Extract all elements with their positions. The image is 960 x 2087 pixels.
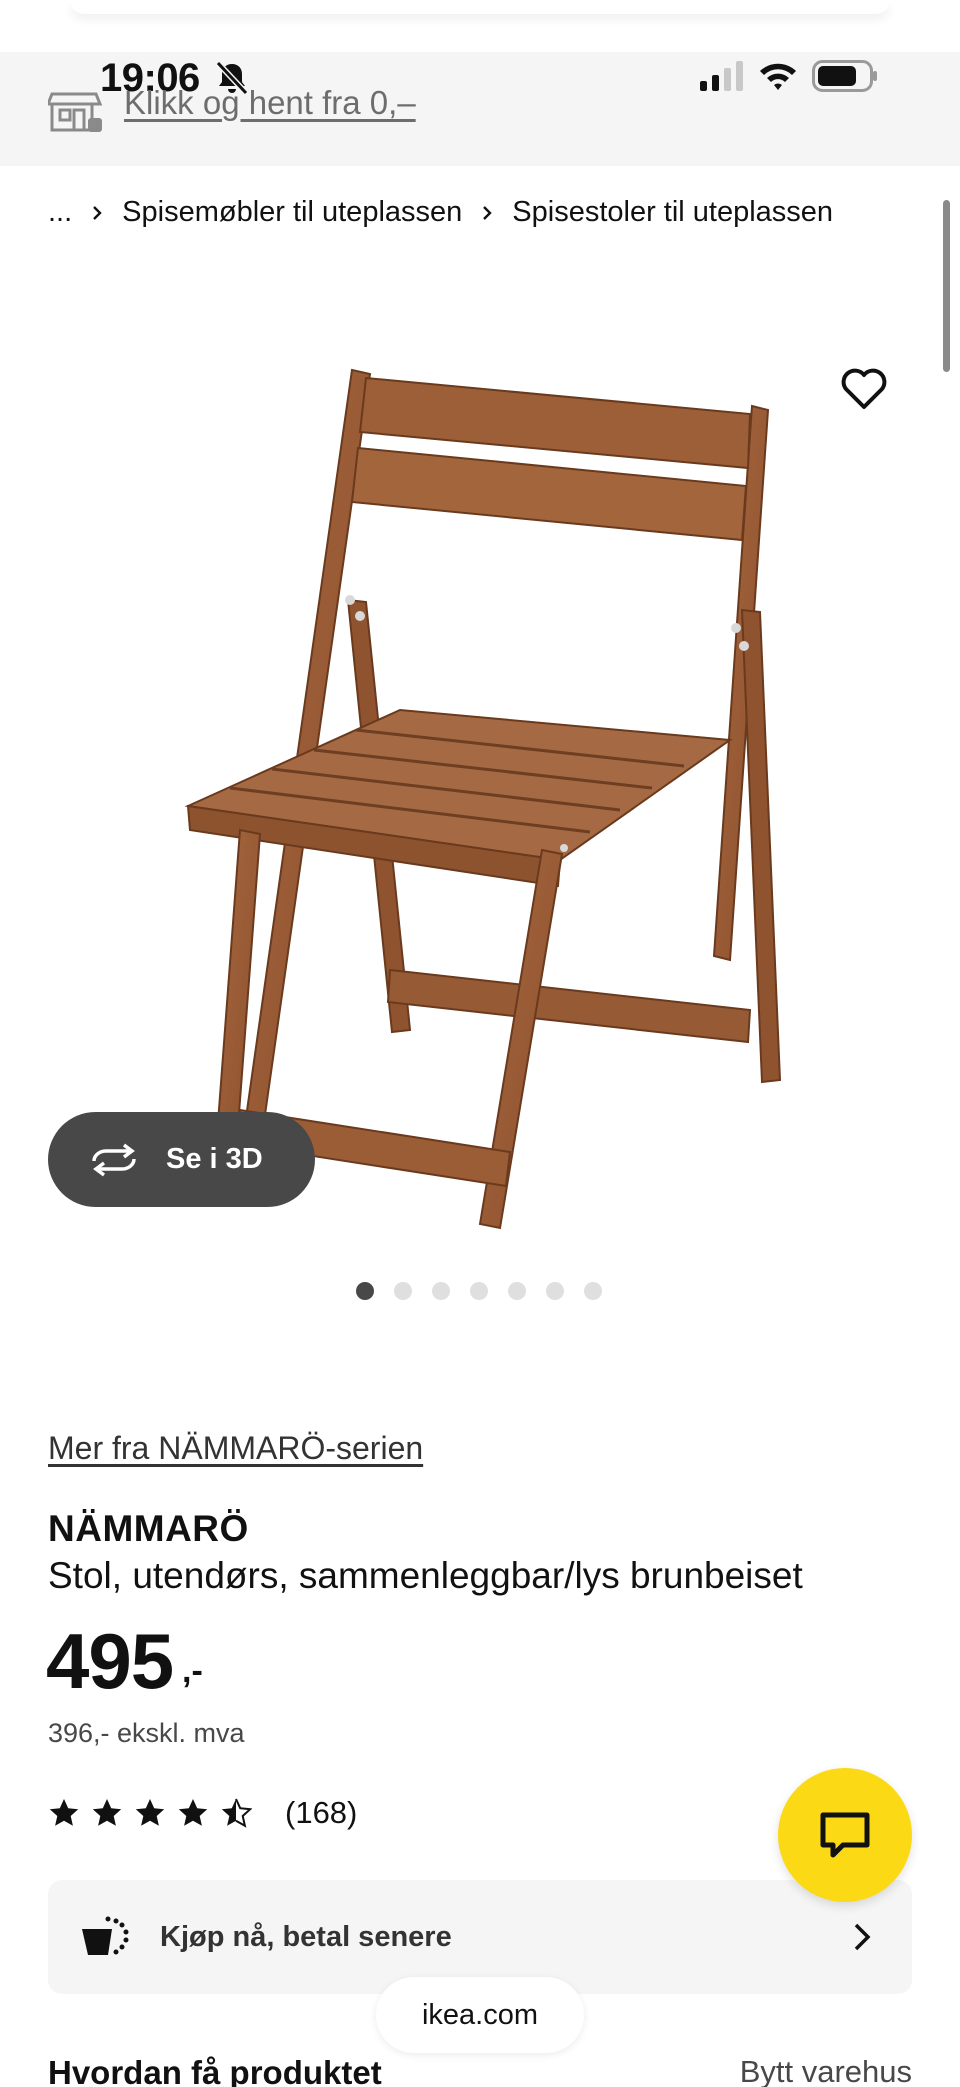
price-excl-vat: 396,- ekskl. mva (48, 1718, 245, 1748)
signal-icon (700, 61, 743, 91)
product-name: NÄMMARÖ (48, 1508, 249, 1549)
series-link[interactable]: Mer fra NÄMMARÖ-serien (48, 1430, 423, 1467)
breadcrumb: ... Spisemøbler til uteplassen Spisestol… (48, 196, 833, 229)
wifi-icon (760, 63, 796, 90)
star-icon (49, 1799, 79, 1826)
store-icon (48, 92, 103, 132)
click-and-collect-link[interactable]: Klikk og hent fra 0,– (124, 84, 416, 122)
price-suffix: ,- (182, 1652, 203, 1690)
cart-payment-icon (82, 1916, 129, 1955)
breadcrumb-dining-chairs[interactable]: Spisestoler til uteplassen (512, 196, 833, 229)
gallery-dot[interactable] (546, 1282, 564, 1300)
breadcrumb-ellipsis[interactable]: ... (48, 196, 72, 229)
chevron-right-icon (93, 205, 102, 220)
product-price: 495 (46, 1617, 174, 1705)
product-rating[interactable]: (168) (48, 1795, 357, 1831)
delivery-heading: Hvordan få produktet (48, 2054, 382, 2087)
star-icon (92, 1799, 122, 1826)
view-in-3d-button[interactable]: Se i 3D (48, 1112, 315, 1207)
battery-icon (812, 60, 877, 92)
rotate-3d-icon (92, 1143, 136, 1176)
chevron-right-icon (483, 205, 492, 220)
status-icons (700, 60, 878, 92)
gallery-dot[interactable] (394, 1282, 412, 1300)
browser-url-bar[interactable]: ikea.com (376, 1977, 584, 2053)
gallery-dot[interactable] (356, 1282, 374, 1300)
gallery-dot[interactable] (432, 1282, 450, 1300)
view-in-3d-label: Se i 3D (166, 1143, 263, 1175)
breadcrumb-dining-furniture[interactable]: Spisemøbler til uteplassen (122, 196, 462, 229)
change-store-link[interactable]: Bytt varehus (740, 2054, 912, 2087)
product-image-chair (184, 368, 782, 1230)
top-strip-edge (70, 0, 890, 14)
product-image-gallery[interactable] (0, 250, 960, 1250)
chat-icon (820, 1812, 870, 1858)
star-icon (178, 1799, 208, 1826)
chat-button[interactable] (778, 1768, 912, 1902)
top-strip (0, 0, 960, 52)
product-description: Stol, utendørs, sammenleggbar/lys brunbe… (48, 1555, 803, 1596)
gallery-pagination (356, 1282, 602, 1300)
heart-icon (841, 368, 887, 409)
gallery-dot[interactable] (508, 1282, 526, 1300)
gallery-dot[interactable] (470, 1282, 488, 1300)
rating-count: (168) (285, 1795, 358, 1830)
chevron-right-icon (854, 1923, 871, 1951)
half-star-icon (221, 1798, 252, 1828)
star-icon (135, 1799, 165, 1826)
pay-later-label: Kjøp nå, betal senere (160, 1920, 452, 1953)
favorite-button[interactable] (836, 362, 892, 418)
gallery-dot[interactable] (584, 1282, 602, 1300)
